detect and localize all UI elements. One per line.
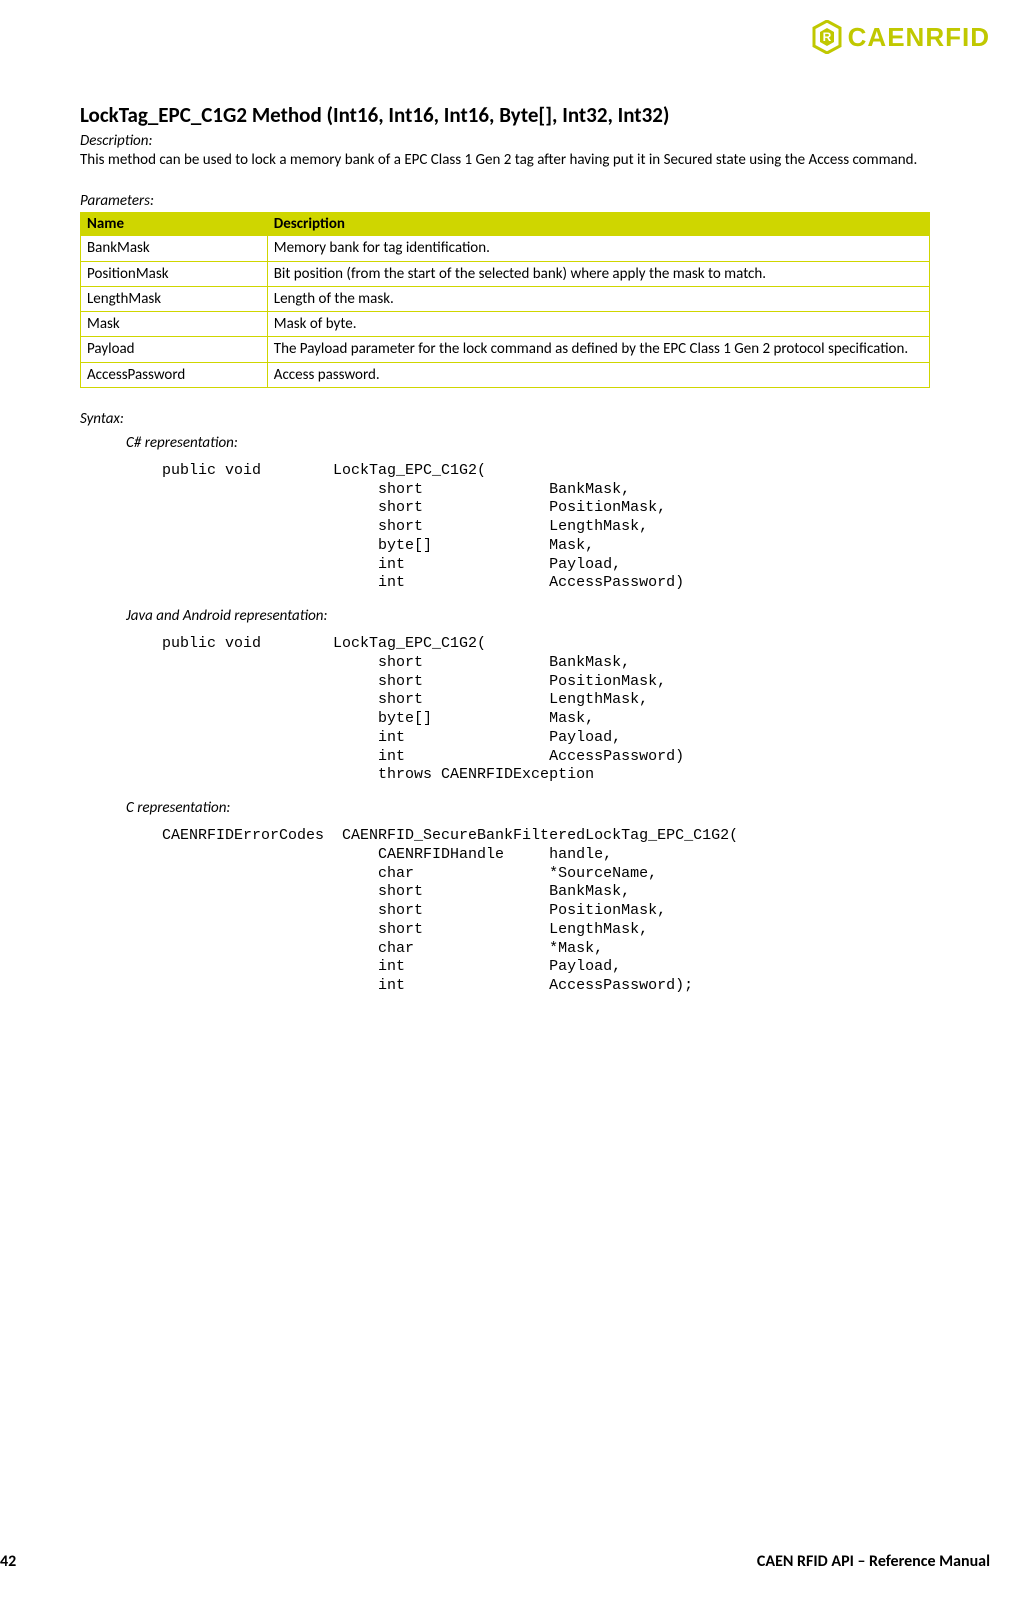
java-code: public void LockTag_EPC_C1G2( short Bank… bbox=[162, 635, 930, 785]
param-desc: Access password. bbox=[267, 362, 929, 387]
param-desc: Length of the mask. bbox=[267, 286, 929, 311]
svg-text:R: R bbox=[822, 30, 831, 44]
table-row: PositionMask Bit position (from the star… bbox=[81, 261, 930, 286]
csharp-label: C# representation: bbox=[126, 434, 930, 452]
brand-logo-icon: R bbox=[812, 20, 842, 54]
csharp-code: public void LockTag_EPC_C1G2( short Bank… bbox=[162, 462, 930, 593]
table-row: Payload The Payload parameter for the lo… bbox=[81, 337, 930, 362]
param-desc: Memory bank for tag identification. bbox=[267, 236, 929, 261]
c-label: C representation: bbox=[126, 799, 930, 817]
description-label: Description: bbox=[80, 132, 930, 150]
param-name: LengthMask bbox=[81, 286, 268, 311]
param-name: AccessPassword bbox=[81, 362, 268, 387]
param-desc: Bit position (from the start of the sele… bbox=[267, 261, 929, 286]
param-desc: Mask of byte. bbox=[267, 312, 929, 337]
param-name: Mask bbox=[81, 312, 268, 337]
manual-title: CAEN RFID API – Reference Manual bbox=[757, 1552, 990, 1571]
table-row: LengthMask Length of the mask. bbox=[81, 286, 930, 311]
col-name-header: Name bbox=[81, 213, 268, 236]
brand-logo-text: CAENRFID bbox=[848, 22, 990, 53]
param-name: BankMask bbox=[81, 236, 268, 261]
brand-logo: R CAENRFID bbox=[80, 20, 990, 54]
description-text: This method can be used to lock a memory… bbox=[80, 150, 930, 170]
syntax-label: Syntax: bbox=[80, 410, 930, 428]
page-footer: 42 CAEN RFID API – Reference Manual bbox=[0, 1552, 1010, 1571]
param-name: Payload bbox=[81, 337, 268, 362]
parameters-table: Name Description BankMask Memory bank fo… bbox=[80, 212, 930, 388]
param-desc: The Payload parameter for the lock comma… bbox=[267, 337, 929, 362]
param-name: PositionMask bbox=[81, 261, 268, 286]
parameters-label: Parameters: bbox=[80, 192, 930, 210]
table-row: BankMask Memory bank for tag identificat… bbox=[81, 236, 930, 261]
table-row: Mask Mask of byte. bbox=[81, 312, 930, 337]
java-label: Java and Android representation: bbox=[126, 607, 930, 625]
c-code: CAENRFIDErrorCodes CAENRFID_SecureBankFi… bbox=[162, 827, 930, 996]
method-title: LockTag_EPC_C1G2 Method (Int16, Int16, I… bbox=[80, 102, 930, 128]
page-number: 42 bbox=[0, 1552, 16, 1571]
table-row: AccessPassword Access password. bbox=[81, 362, 930, 387]
table-header-row: Name Description bbox=[81, 213, 930, 236]
col-desc-header: Description bbox=[267, 213, 929, 236]
